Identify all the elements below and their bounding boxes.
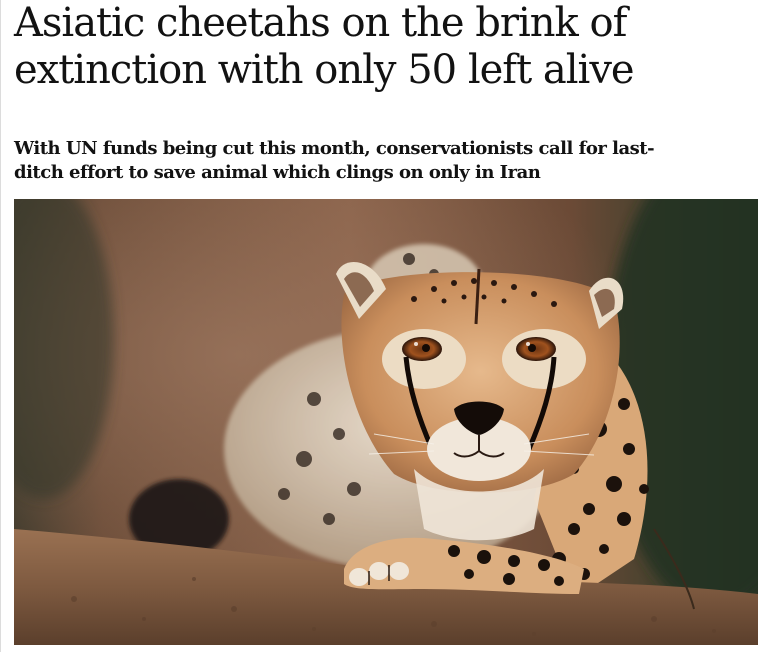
page-edge-rule	[0, 0, 1, 652]
article-standfirst: With UN funds being cut this month, cons…	[14, 138, 655, 183]
cheetah-photo-illustration	[14, 199, 758, 645]
article-page: Asiatic cheetahs on the brink of extinct…	[0, 0, 764, 652]
article-main-image	[14, 199, 758, 645]
article-headline: Asiatic cheetahs on the brink of extinct…	[14, 0, 635, 93]
